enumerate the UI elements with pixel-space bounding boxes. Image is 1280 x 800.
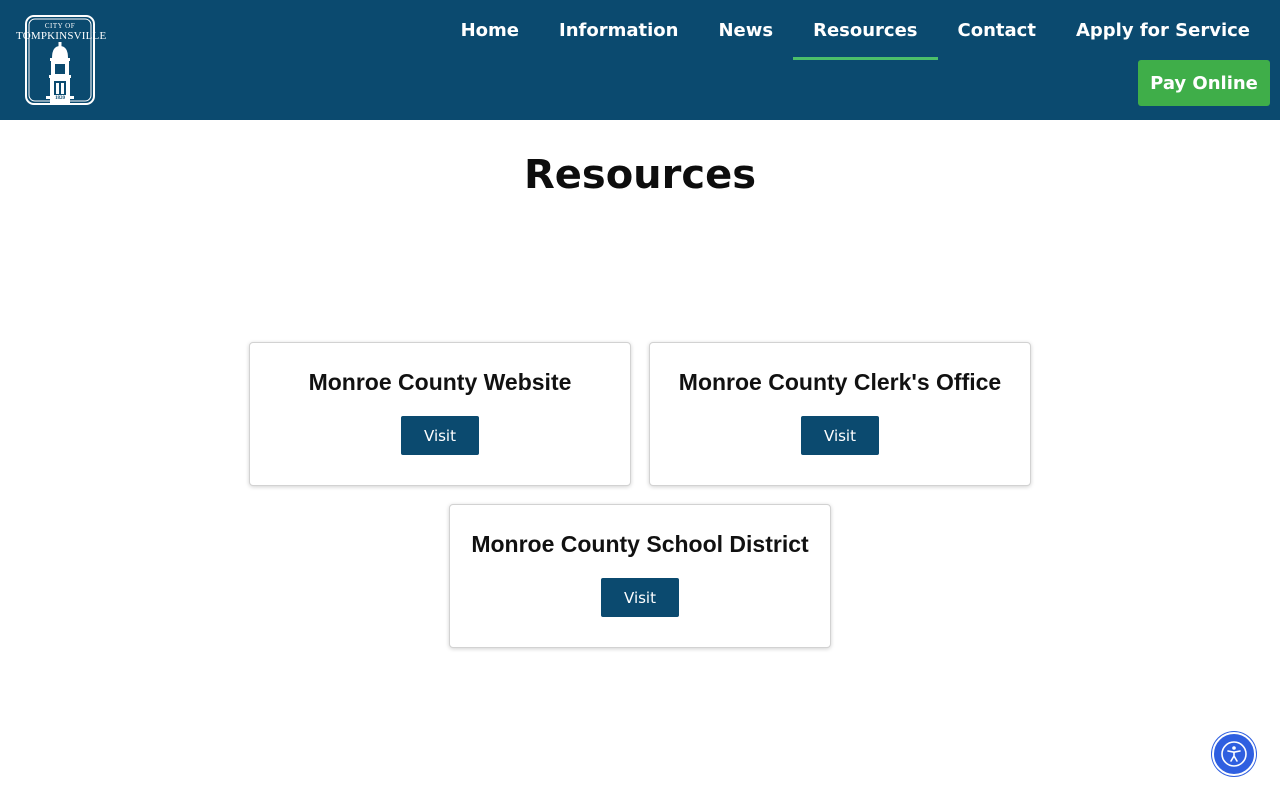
- accessibility-button[interactable]: [1212, 732, 1256, 776]
- page-title: Resources: [523, 152, 757, 198]
- visit-button[interactable]: Visit: [401, 416, 479, 455]
- main-nav: Home Information News Resources Contact …: [441, 0, 1270, 60]
- nav-home[interactable]: Home: [441, 0, 539, 60]
- accessibility-icon: [1221, 741, 1247, 767]
- city-logo[interactable]: CITY OF TOMPKINSVILLE 1820: [16, 14, 107, 106]
- resource-card-clerks-office: Monroe County Clerk's Office Visit: [649, 342, 1031, 486]
- logo-city-name: TOMPKINSVILLE: [16, 30, 107, 42]
- logo-year: 1820: [55, 96, 65, 101]
- visit-button[interactable]: Visit: [801, 416, 879, 455]
- resource-card-school-district: Monroe County School District Visit: [449, 504, 831, 648]
- nav-news[interactable]: News: [698, 0, 793, 60]
- card-title: Monroe County School District: [471, 531, 809, 557]
- site-header: CITY OF TOMPKINSVILLE 1820 Home Informat…: [0, 0, 1280, 120]
- nav-information[interactable]: Information: [539, 0, 698, 60]
- resource-card-monroe-county-website: Monroe County Website Visit: [249, 342, 631, 486]
- logo-city-of: CITY OF: [44, 22, 76, 30]
- visit-button[interactable]: Visit: [601, 578, 679, 617]
- card-title: Monroe County Clerk's Office: [678, 369, 1002, 395]
- pay-online-button[interactable]: Pay Online: [1138, 60, 1270, 106]
- nav-resources[interactable]: Resources: [793, 0, 938, 60]
- card-title: Monroe County Website: [308, 369, 572, 395]
- nav-apply-for-service[interactable]: Apply for Service: [1056, 0, 1270, 60]
- nav-contact[interactable]: Contact: [938, 0, 1056, 60]
